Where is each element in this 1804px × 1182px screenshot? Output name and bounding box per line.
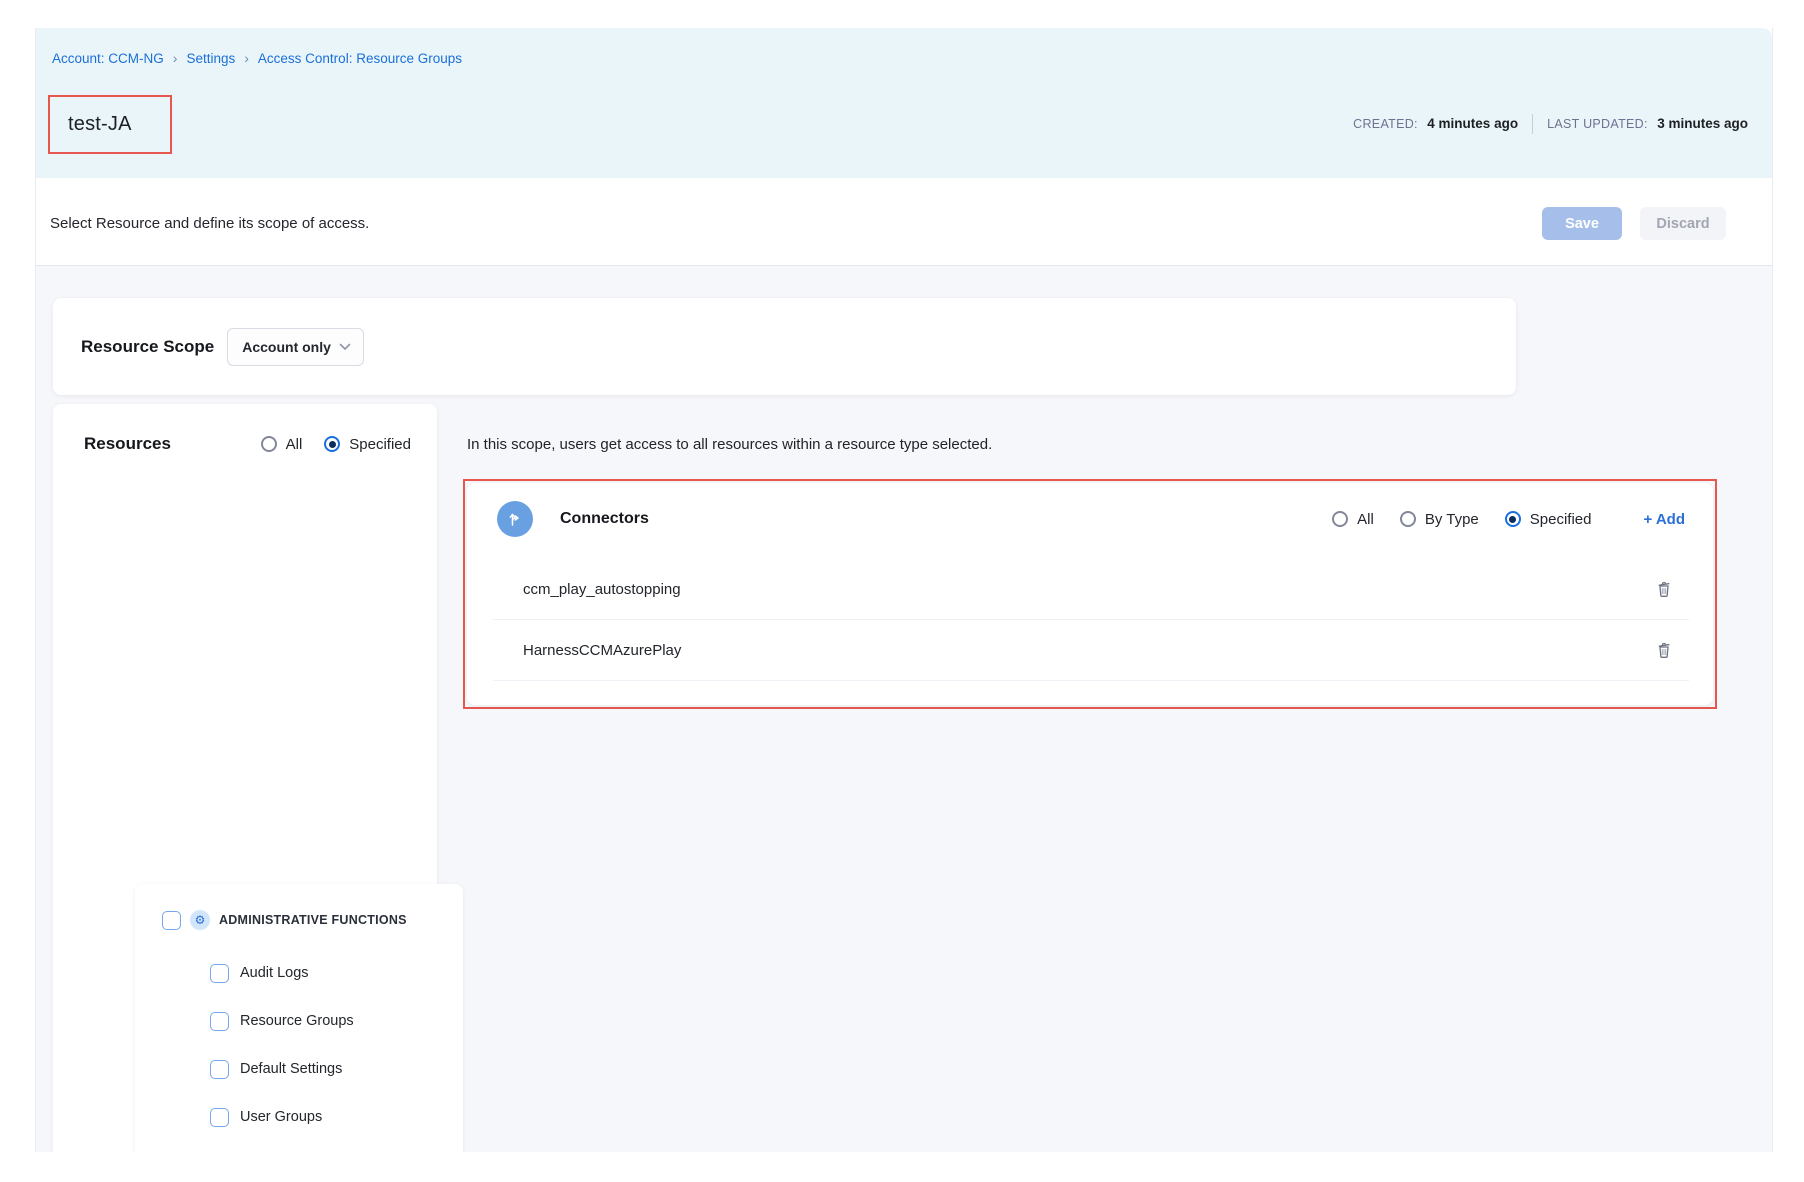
page-title: test-JA [50,113,132,136]
connectors-title: Connectors [560,510,649,528]
trash-icon [1654,579,1674,599]
resource-scope-card: Resource Scope Account only [53,298,1516,395]
connectors-radio-by-type[interactable]: By Type [1400,511,1479,528]
group-label: ADMINISTRATIVE FUNCTIONS [219,913,407,927]
connectors-card: Connectors All By Type Specified + Add [467,483,1713,705]
breadcrumb-account-link[interactable]: Account: CCM-NG [52,51,164,66]
resource-type-list: Audit Logs Resource Groups Default Setti… [135,949,463,1182]
radio-label: Specified [349,436,411,453]
resource-group-detail-page: Account: CCM-NG › Settings › Access Cont… [0,0,1804,1182]
gear-icon: ⚙ [190,910,210,930]
connector-name: ccm_play_autostopping [523,581,681,598]
checkbox[interactable] [162,911,181,930]
save-button[interactable]: Save [1542,207,1622,240]
resource-item-label: Audit Logs [240,965,309,981]
breadcrumb: Account: CCM-NG › Settings › Access Cont… [52,50,462,66]
delete-connector-button[interactable] [1651,576,1677,602]
resources-heading: Resources [84,434,171,454]
timestamps: CREATED: 4 minutes ago LAST UPDATED: 3 m… [1353,114,1748,134]
resources-radio-specified[interactable]: Specified [324,436,411,453]
connectors-list: ccm_play_autostopping [493,559,1689,681]
breadcrumb-settings-link[interactable]: Settings [186,51,235,66]
trash-icon [1654,640,1674,660]
add-connectors-button[interactable]: + Add [1643,511,1685,528]
radio-label: All [286,436,303,453]
radio-icon [1400,511,1416,527]
viewport-bottom-mask [0,1152,1804,1182]
radio-label: Specified [1530,511,1592,528]
breadcrumb-resource-groups-link[interactable]: Access Control: Resource Groups [258,51,462,66]
toolbar-description: Select Resource and define its scope of … [50,215,369,232]
resource-item-label: Default Settings [240,1061,342,1077]
connector-row: ccm_play_autostopping [493,559,1689,620]
branch-arrows-icon [497,501,533,537]
checkbox[interactable] [210,1060,229,1079]
chevron-down-icon [339,343,351,351]
resource-scope-label: Resource Scope [81,337,214,357]
connector-name: HarnessCCMAzurePlay [523,642,681,659]
radio-icon [261,436,277,452]
resource-scope-selected-value: Account only [242,339,339,355]
resource-item-resource-groups[interactable]: Resource Groups [135,997,463,1045]
connectors-header: Connectors All By Type Specified + Add [467,483,1713,537]
last-updated-label: LAST UPDATED: [1547,117,1648,131]
resource-item-label: User Groups [240,1109,322,1125]
delete-connector-button[interactable] [1651,637,1677,663]
resource-item-user-groups[interactable]: User Groups [135,1093,463,1141]
radio-selected-icon [1505,511,1521,527]
connectors-options: All By Type Specified + Add [1332,511,1685,528]
connectors-radio-specified[interactable]: Specified [1505,511,1592,528]
resource-scope-select[interactable]: Account only [227,328,364,366]
radio-label: By Type [1425,511,1479,528]
connector-row: HarnessCCMAzurePlay [493,620,1689,681]
resources-radio-all[interactable]: All [261,436,303,453]
scope-description: In this scope, users get access to all r… [467,436,992,453]
meta-divider [1532,114,1533,134]
annotation-highlight-connectors: Connectors All By Type Specified + Add [463,479,1717,709]
group-header-administrative-functions[interactable]: ⚙ ADMINISTRATIVE FUNCTIONS [135,884,463,930]
checkbox[interactable] [210,964,229,983]
administrative-functions-card: ⚙ ADMINISTRATIVE FUNCTIONS Audit Logs Re… [135,884,463,1182]
radio-icon [1332,511,1348,527]
checkbox[interactable] [210,1012,229,1031]
created-value: 4 minutes ago [1427,116,1518,131]
last-updated-value: 3 minutes ago [1657,116,1748,131]
radio-label: All [1357,511,1374,528]
connectors-radio-all[interactable]: All [1332,511,1374,528]
resources-header: Resources All Specified [53,404,437,454]
created-label: CREATED: [1353,117,1418,131]
resources-panel: Resources All Specified ⚙ ADMINISTRATIVE… [53,404,437,1152]
resource-item-label: Resource Groups [240,1013,354,1029]
chevron-right-icon: › [173,50,178,66]
annotation-highlight-title: test-JA [48,95,172,154]
resource-item-audit-logs[interactable]: Audit Logs [135,949,463,997]
chevron-right-icon: › [244,50,249,66]
checkbox[interactable] [210,1108,229,1127]
discard-button[interactable]: Discard [1640,207,1726,240]
resource-item-default-settings[interactable]: Default Settings [135,1045,463,1093]
radio-selected-icon [324,436,340,452]
